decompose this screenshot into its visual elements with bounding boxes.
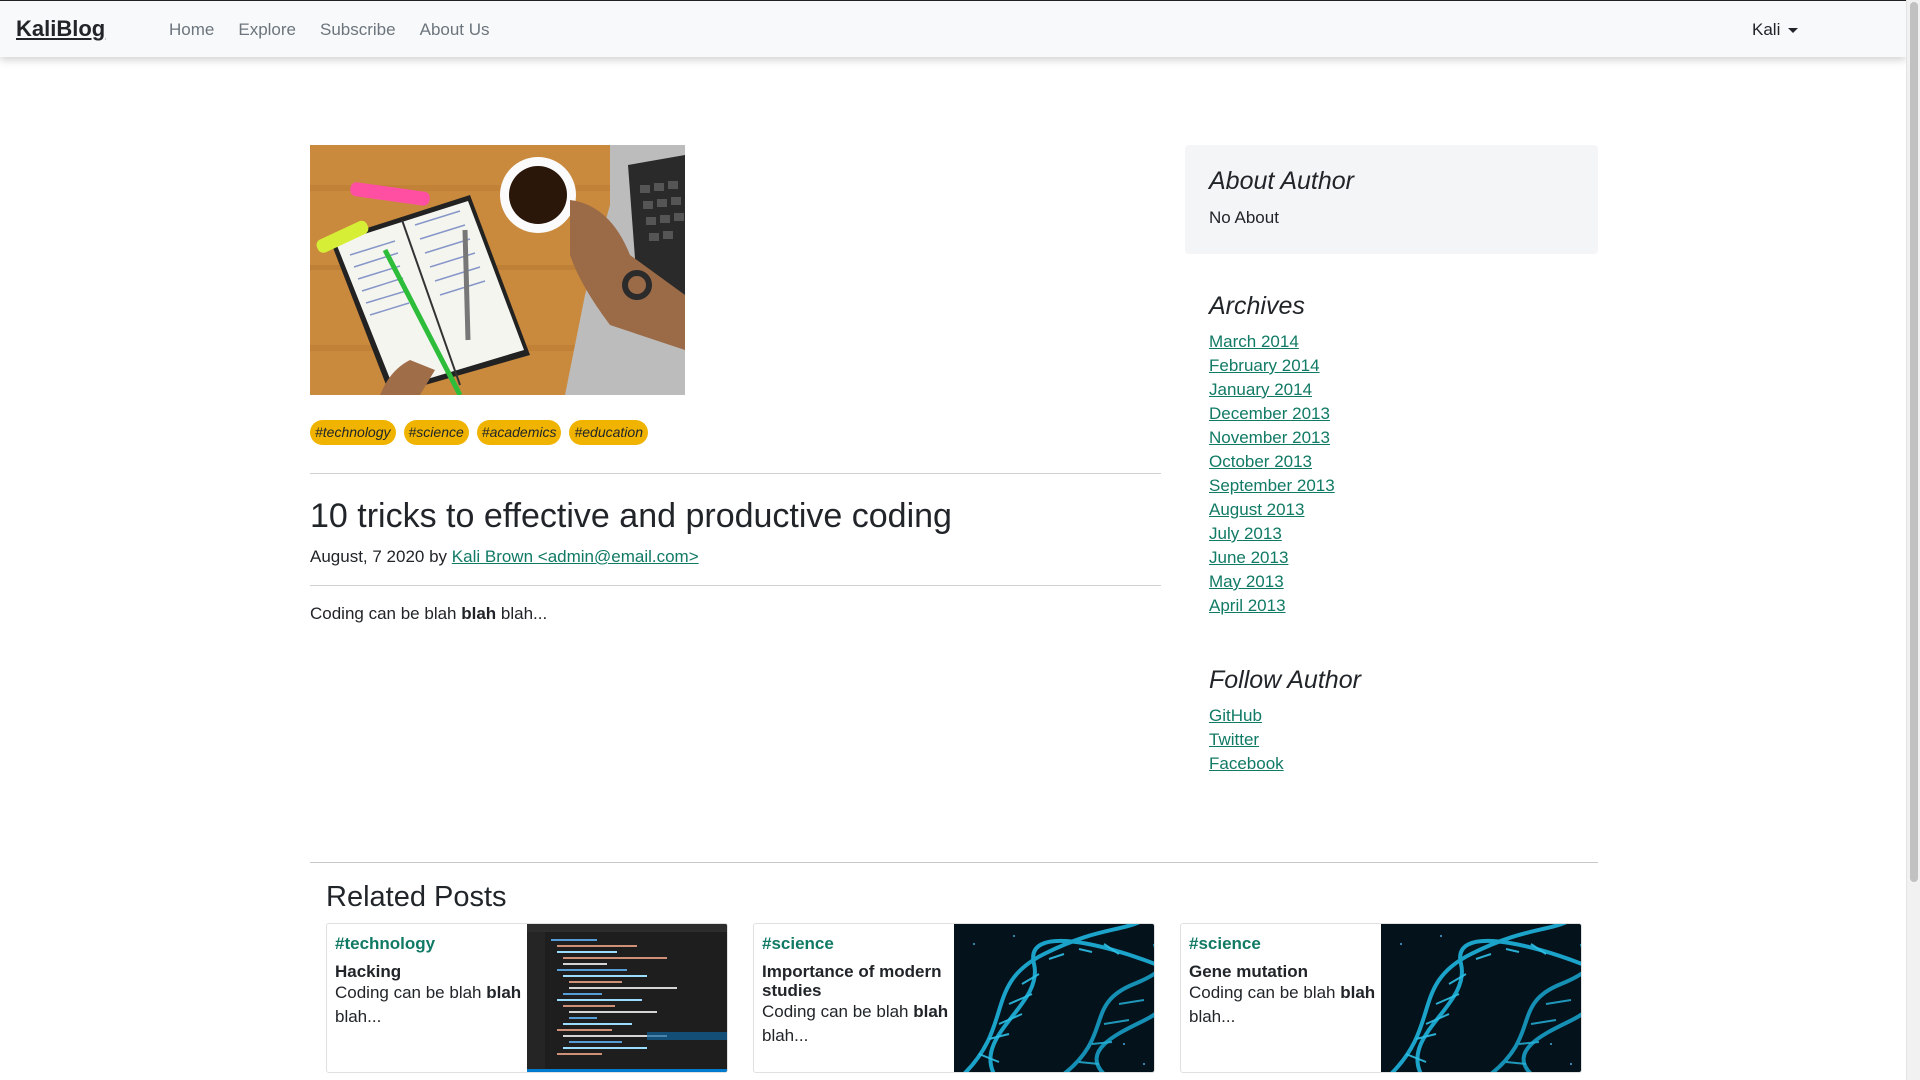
archives-heading: Archives bbox=[1209, 292, 1305, 320]
archive-item: June 2013 bbox=[1209, 546, 1335, 570]
card-desc-bold: blah bbox=[1340, 983, 1376, 1002]
related-post-card[interactable]: #science Importance of modern studies Co… bbox=[753, 923, 1155, 1073]
tag-education[interactable]: #education bbox=[569, 420, 648, 445]
caret-down-icon bbox=[1788, 27, 1799, 33]
archive-item: January 2014 bbox=[1209, 378, 1335, 402]
card-title: Gene mutation bbox=[1189, 962, 1309, 981]
card-desc: Coding can be blah blah blah... bbox=[335, 981, 525, 1029]
archive-link[interactable]: January 2014 bbox=[1209, 380, 1312, 399]
tag-science[interactable]: #science bbox=[403, 420, 469, 445]
archive-item: August 2013 bbox=[1209, 498, 1335, 522]
post-tags: #technology #science #academics #educati… bbox=[310, 420, 648, 445]
nav-subscribe[interactable]: Subscribe bbox=[320, 20, 396, 40]
archive-item: October 2013 bbox=[1209, 450, 1335, 474]
archive-item: May 2013 bbox=[1209, 570, 1335, 594]
card-desc-bold: blah bbox=[913, 1002, 949, 1021]
card-desc-text: Coding can be blah bbox=[1189, 983, 1341, 1002]
follow-author-list: GitHub Twitter Facebook bbox=[1209, 704, 1284, 776]
card-text: #technology Hacking Coding can be blah b… bbox=[335, 934, 525, 1029]
card-desc-text: Coding can be blah bbox=[762, 1002, 914, 1021]
post-body: Coding can be blah blah blah... bbox=[310, 604, 547, 624]
archive-item: September 2013 bbox=[1209, 474, 1335, 498]
card-category[interactable]: #technology bbox=[335, 934, 525, 954]
follow-item: Twitter bbox=[1209, 728, 1284, 752]
card-desc-text-end: blah... bbox=[335, 1007, 382, 1026]
archive-link[interactable]: March 2014 bbox=[1209, 332, 1299, 351]
page-scrollbar[interactable] bbox=[1906, 0, 1920, 1080]
brand-logo[interactable]: KaliBlog bbox=[16, 16, 105, 42]
post-hero-image bbox=[310, 145, 685, 395]
divider bbox=[310, 862, 1598, 863]
archive-link[interactable]: July 2013 bbox=[1209, 524, 1282, 543]
card-desc-bold: blah bbox=[486, 983, 522, 1002]
nav-explore[interactable]: Explore bbox=[238, 20, 296, 40]
user-menu-dropdown[interactable]: Kali bbox=[1752, 20, 1799, 40]
related-post-card[interactable]: #science Gene mutation Coding can be bla… bbox=[1180, 923, 1582, 1073]
card-desc: Coding can be blah blah blah... bbox=[762, 1000, 952, 1048]
nav-home[interactable]: Home bbox=[169, 20, 214, 40]
archive-link[interactable]: February 2014 bbox=[1209, 356, 1320, 375]
archive-item: March 2014 bbox=[1209, 330, 1335, 354]
card-desc-text: Coding can be blah bbox=[335, 983, 487, 1002]
follow-item: GitHub bbox=[1209, 704, 1284, 728]
about-author-box bbox=[1185, 145, 1598, 254]
archive-link[interactable]: June 2013 bbox=[1209, 548, 1288, 567]
archive-link[interactable]: October 2013 bbox=[1209, 452, 1312, 471]
archive-link[interactable]: September 2013 bbox=[1209, 476, 1335, 495]
divider bbox=[310, 585, 1161, 586]
navbar: KaliBlog Home Explore Subscribe About Us… bbox=[0, 0, 1906, 57]
archive-link[interactable]: December 2013 bbox=[1209, 404, 1330, 423]
card-desc: Coding can be blah blah blah... bbox=[1189, 981, 1379, 1029]
tag-academics[interactable]: #academics bbox=[476, 420, 562, 445]
card-image-code bbox=[527, 924, 727, 1072]
card-desc-text-end: blah... bbox=[1189, 1007, 1236, 1026]
card-image-dna bbox=[954, 924, 1154, 1072]
archive-item: July 2013 bbox=[1209, 522, 1335, 546]
about-author-text: No About bbox=[1209, 208, 1279, 227]
card-text: #science Gene mutation Coding can be bla… bbox=[1189, 934, 1379, 1029]
archive-item: April 2013 bbox=[1209, 594, 1335, 618]
facebook-link[interactable]: Facebook bbox=[1209, 754, 1284, 773]
archive-link[interactable]: November 2013 bbox=[1209, 428, 1330, 447]
nav-links: Home Explore Subscribe About Us bbox=[169, 20, 514, 40]
twitter-link[interactable]: Twitter bbox=[1209, 730, 1259, 749]
github-link[interactable]: GitHub bbox=[1209, 706, 1262, 725]
card-desc-text-end: blah... bbox=[762, 1026, 809, 1045]
post-body-text-end: blah... bbox=[496, 604, 548, 623]
archive-link[interactable]: August 2013 bbox=[1209, 500, 1304, 519]
about-author-heading: About Author bbox=[1209, 167, 1355, 195]
card-image-dna bbox=[1381, 924, 1581, 1072]
archives-list: March 2014 February 2014 January 2014 De… bbox=[1209, 330, 1335, 618]
card-text: #science Importance of modern studies Co… bbox=[762, 934, 952, 1048]
archive-item: February 2014 bbox=[1209, 354, 1335, 378]
post-body-text: Coding can be blah bbox=[310, 604, 462, 623]
archive-item: December 2013 bbox=[1209, 402, 1335, 426]
card-title: Importance of modern studies bbox=[762, 962, 942, 1000]
card-title: Hacking bbox=[335, 962, 402, 981]
post-meta: August, 7 2020 by Kali Brown <admin@emai… bbox=[310, 547, 699, 567]
card-category[interactable]: #science bbox=[762, 934, 952, 954]
divider bbox=[310, 473, 1161, 474]
author-link[interactable]: Kali Brown <admin@email.com> bbox=[452, 547, 699, 566]
post-title: 10 tricks to effective and productive co… bbox=[310, 497, 952, 535]
post-body-bold: blah bbox=[461, 604, 497, 623]
archive-item: November 2013 bbox=[1209, 426, 1335, 450]
follow-author-heading: Follow Author bbox=[1209, 666, 1361, 694]
nav-about-us[interactable]: About Us bbox=[420, 20, 490, 40]
post-date: August, 7 2020 by bbox=[310, 547, 448, 566]
related-posts-heading: Related Posts bbox=[326, 881, 507, 913]
archive-link[interactable]: May 2013 bbox=[1209, 572, 1284, 591]
scrollbar-thumb[interactable] bbox=[1910, 2, 1918, 882]
follow-item: Facebook bbox=[1209, 752, 1284, 776]
user-name: Kali bbox=[1752, 20, 1781, 39]
related-post-card[interactable]: #technology Hacking Coding can be blah b… bbox=[326, 923, 728, 1073]
card-category[interactable]: #science bbox=[1189, 934, 1379, 954]
tag-technology[interactable]: #technology bbox=[310, 420, 396, 445]
archive-link[interactable]: April 2013 bbox=[1209, 596, 1286, 615]
